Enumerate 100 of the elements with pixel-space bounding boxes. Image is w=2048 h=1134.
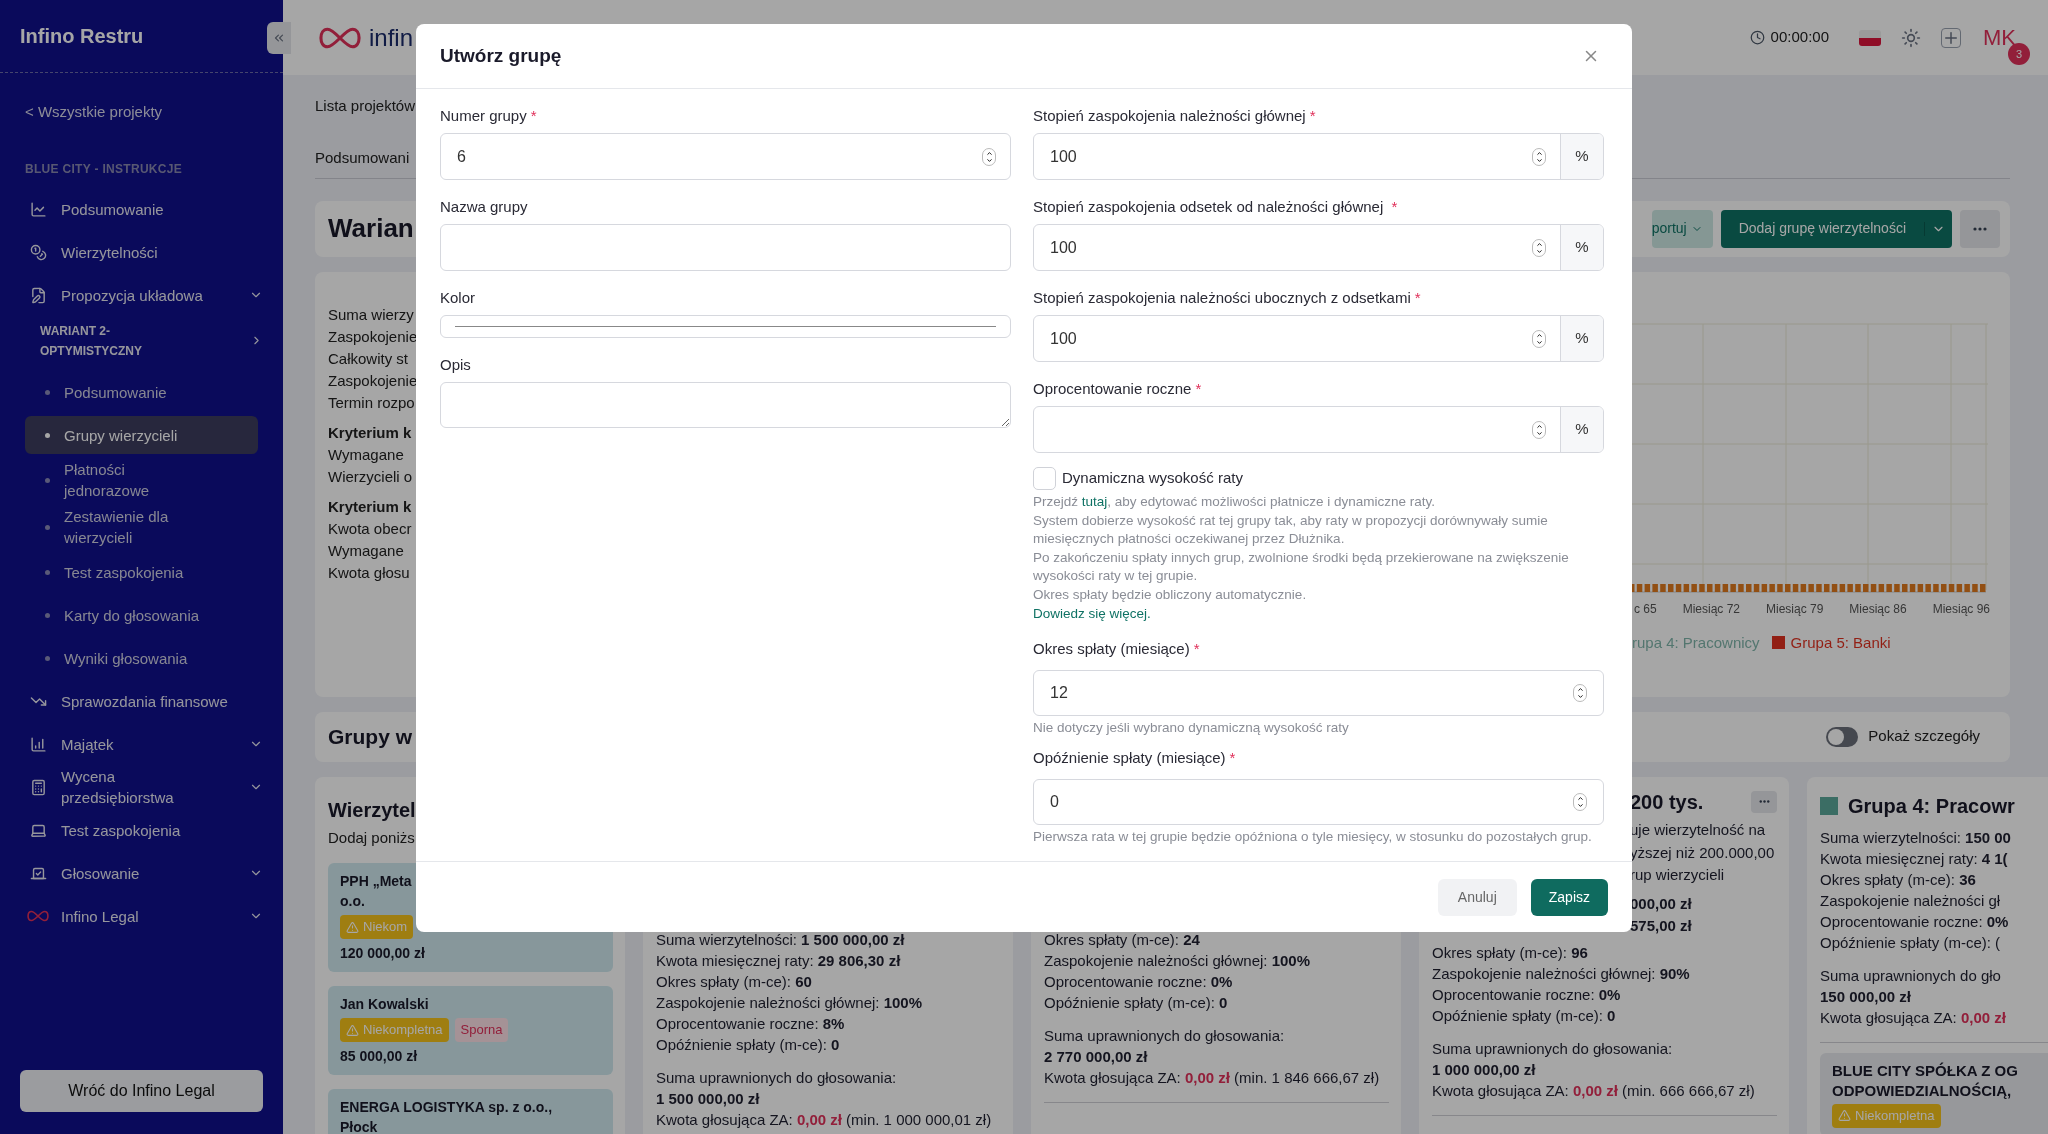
logo-text: infin	[369, 22, 414, 53]
field-label: Oprocentowanie roczne *	[1033, 379, 1203, 399]
axis-label: Miesiąc 96	[1932, 600, 1990, 618]
field-hint: Nie dotyczy jeśli wybrano dynamiczną wysokość raty	[1033, 719, 1350, 738]
axis-label: c 65	[1634, 600, 1657, 618]
learn-more-link[interactable]: Dowiedz się więcej.	[1033, 604, 1151, 624]
group-text: yższej niż 200.000,00	[1630, 842, 1776, 863]
status-badge: Niekompletna	[340, 1018, 449, 1042]
subnav-item[interactable]: Karty do głosowania	[25, 596, 258, 634]
vote-label: Suma uprawnionych do gło	[1820, 965, 2002, 986]
creditor-card[interactable]: BLUE CITY SPÓŁKA Z OG ODPOWIEDZIALNOŚCIĄ, Niekompletna	[1820, 1052, 2048, 1134]
summary-line: Wymagane	[328, 540, 405, 561]
save-button[interactable]: Zapisz	[1530, 878, 1608, 916]
percent-input-field[interactable]: %	[1033, 406, 1604, 453]
color-input-field[interactable]	[440, 315, 1011, 338]
percent-input-field[interactable]: 100 %	[1033, 133, 1604, 180]
group-stat: Suma wierzytelności: 150 00	[1820, 827, 2012, 848]
creditor-name: PPH „Meta o.o.	[340, 872, 413, 911]
nav-item[interactable]: Wierzytelności	[0, 230, 283, 274]
group-stat: Oprocentowanie roczne: 0%	[1044, 971, 1234, 992]
bullet-icon	[45, 655, 50, 661]
summary-line: Zaspokojenie	[328, 326, 418, 347]
vote-label: Suma uprawnionych do głosowania:	[656, 1067, 898, 1088]
help-text: Okres spłaty będzie obliczony automatycznie.	[1033, 585, 1308, 604]
field-label: Stopień zaspokojenia należności ubocznych z odsetkami *	[1033, 288, 1422, 308]
bullet-icon	[45, 569, 50, 575]
creditor-card[interactable]: ENERGA LOGISTYKA sp. z o.o., Płock	[328, 1089, 613, 1134]
nav-item[interactable]: Sprawozdania finansowe	[0, 679, 283, 723]
field-label: Kolor	[440, 288, 477, 308]
chart-bar	[1699, 583, 1705, 592]
bullet-icon	[45, 524, 50, 530]
export-button[interactable]: portuj	[1651, 209, 1713, 248]
summary-line: Kwota głosu	[328, 562, 411, 583]
nav-item[interactable]: Podsumowanie	[0, 187, 283, 231]
collapse-sidebar-button[interactable]	[267, 22, 291, 54]
add-group-button[interactable]: Dodaj grupę wierzytelności	[1720, 209, 1952, 248]
nav-item[interactable]: Wycena przedsiębiorstwa	[0, 765, 283, 809]
number-input-field[interactable]: 0	[1033, 779, 1604, 826]
summary-line: Kwota obecr	[328, 518, 413, 539]
unit-addon: %	[1560, 316, 1603, 361]
subnav-item[interactable]: Test zaspokojenia	[25, 553, 258, 591]
group-stat: Oprocentowanie roczne: 0%	[1432, 984, 1622, 1005]
bullet-icon	[45, 389, 50, 395]
group-stat: Kwota miesięcznej raty: 4 1(	[1820, 848, 2009, 869]
vote-amount: 1 000 000,00 zł	[1432, 1059, 1537, 1080]
details-toggle[interactable]	[1826, 726, 1859, 747]
chart-bar	[1816, 583, 1822, 592]
axis-label: Miesiąc 72	[1682, 600, 1740, 618]
more-button[interactable]	[1751, 790, 1777, 813]
field-label: Stopień zaspokojenia należności głównej *	[1033, 106, 1317, 126]
group-title: Grupa 4: Pracowr	[1848, 793, 2015, 819]
unit-addon: %	[1560, 225, 1603, 270]
group-text: 000,00 zł	[1630, 893, 1693, 914]
subnav-item[interactable]: Grupy wierzycieli	[25, 416, 258, 454]
group-stat: Oprocentowanie roczne: 8%	[656, 1013, 846, 1034]
nav-icon	[30, 200, 47, 218]
creditor-card[interactable]: Jan Kowalski Niekompletna Sporna 85 000,00 zł	[328, 986, 613, 1075]
all-projects-link[interactable]: < Wszystkie projekty	[25, 101, 283, 124]
subnav-item[interactable]: Zestawienie dla wierzycieli	[25, 506, 258, 548]
number-input-field[interactable]: 12	[1033, 670, 1604, 717]
summary-line: Zaspokojenie	[328, 370, 418, 391]
tab[interactable]: Podsumowani	[315, 148, 410, 166]
nav-icon	[30, 778, 47, 796]
chart-bar	[1777, 583, 1783, 592]
group-stat: Opóźnienie spłaty (m-ce): 0	[1044, 992, 1229, 1013]
chart-bar	[1980, 583, 1986, 592]
subnav-item[interactable]: Podsumowanie	[25, 373, 258, 411]
nav-icon	[30, 243, 47, 261]
nav-item[interactable]: Test zaspokojenia	[0, 808, 283, 852]
axis-label: Miesiąc 79	[1766, 600, 1824, 618]
double-chevron-left-icon	[272, 31, 286, 45]
vote-for-amount: Kwota głosująca ZA: 0,00 zł	[1820, 1007, 2007, 1028]
field-label: Okres spłaty (miesiące) *	[1033, 639, 1201, 660]
plus-icon[interactable]	[1941, 27, 1961, 48]
group-stat: Opóźnienie spłaty (m-ce): 0	[1432, 1005, 1617, 1026]
percent-input-field[interactable]: 100 %	[1033, 315, 1604, 362]
creditor-name: ENERGA LOGISTYKA sp. z o.o., Płock	[340, 1098, 554, 1134]
sun-icon[interactable]	[1901, 27, 1921, 48]
dynamic-rate-checkbox[interactable]	[1033, 467, 1056, 490]
creditors-subtitle: Dodaj poniżs	[328, 827, 416, 848]
flag-icon[interactable]	[1859, 29, 1881, 46]
nav-icon	[30, 286, 47, 304]
nav-item[interactable]: Propozycja układowa	[0, 273, 283, 317]
nav-item[interactable]: Majątek	[0, 722, 283, 766]
group-stat: Suma wierzytelności: 1 500 000,00 zł	[656, 929, 906, 950]
subnav-item[interactable]: Wyniki głosowania	[25, 639, 258, 677]
summary-line: Całkowity st	[328, 348, 410, 369]
warning-icon	[346, 920, 359, 934]
group-stat: Zaspokojenie należności gł	[1820, 890, 2002, 911]
nav-item[interactable]: Głosowanie	[0, 851, 283, 895]
nav-item[interactable]: Infino Legal	[0, 894, 283, 938]
field-hint: Pierwsza rata w tej grupie będzie opóźniona o tyle miesięcy, w stosunku do pozostałych grup.	[1033, 828, 1593, 847]
summary-line: Wymagane	[328, 444, 405, 465]
subnav-item[interactable]: Płatności jednorazowe	[25, 459, 258, 501]
text-input-field[interactable]	[440, 224, 1011, 271]
number-input-field[interactable]: 6	[440, 133, 1011, 180]
variant-item[interactable]: WARIANT 2-OPTYMISTYCZNY	[0, 316, 283, 365]
cancel-button[interactable]: Anuluj	[1437, 878, 1517, 916]
percent-input-field[interactable]: 100 %	[1033, 224, 1604, 271]
back-to-legal-button[interactable]: Wróć do Infino Legal	[20, 1070, 263, 1112]
